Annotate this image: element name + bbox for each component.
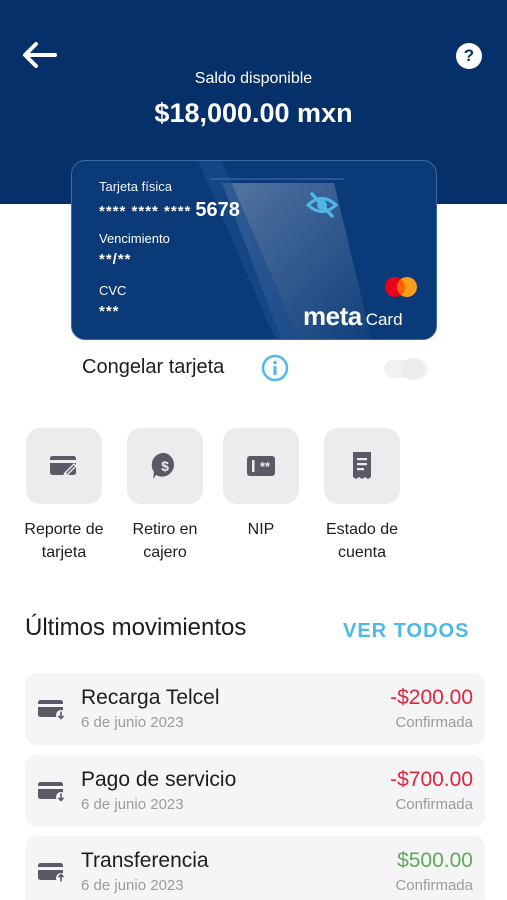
brand-card: Card	[365, 310, 403, 329]
transaction-status: Confirmada	[395, 877, 473, 894]
action-card-report[interactable]: Reporte de tarjeta	[9, 428, 119, 564]
card-debit-icon	[38, 782, 66, 802]
transaction-name: Pago de servicio	[81, 768, 237, 791]
card-number-masked: **** **** ****	[99, 203, 192, 220]
card-number-last4: 5678	[195, 199, 240, 221]
question-icon: ?	[463, 46, 475, 65]
svg-text:**: **	[260, 459, 271, 474]
action-tile: $	[127, 428, 203, 504]
transaction-name: Recarga Telcel	[81, 686, 220, 709]
cvc-value: ***	[99, 303, 120, 320]
mastercard-logo	[385, 277, 417, 297]
transaction-name: Transferencia	[81, 849, 209, 872]
transaction-date: 6 de junio 2023	[81, 714, 184, 731]
transaction-date: 6 de junio 2023	[81, 796, 184, 813]
debit-card: Tarjeta física **** **** **** 5678 Vencim…	[71, 160, 437, 340]
balance-amount: $18,000.00 mxn	[154, 98, 353, 128]
transaction-amount: -$700.00	[390, 768, 473, 791]
receipt-icon	[353, 452, 371, 479]
action-account-statement[interactable]: Estado de cuenta	[307, 428, 417, 564]
eye-off-icon[interactable]	[305, 191, 339, 219]
action-label: NIP	[247, 521, 275, 538]
freeze-card-toggle[interactable]	[378, 358, 428, 380]
transaction-row[interactable]: Pago de servicio 6 de junio 2023 -$700.0…	[25, 755, 485, 827]
expiry-value: **/**	[99, 251, 132, 268]
action-label: Estado de cuenta	[325, 521, 399, 561]
action-atm-withdrawal[interactable]: $ Retiro en cajero	[110, 428, 220, 564]
help-button[interactable]: ?	[456, 43, 482, 69]
movements-title: Últimos movimientos	[25, 614, 247, 641]
action-tile	[324, 428, 400, 504]
card-number: **** **** **** 5678	[99, 199, 240, 222]
action-pin[interactable]: ** NIP	[206, 428, 316, 541]
cash-icon: $	[151, 452, 175, 479]
card-type-label: Tarjeta física	[99, 179, 172, 194]
arrow-left-icon	[23, 42, 57, 68]
expiry-label: Vencimiento	[99, 231, 170, 246]
toggle-knob	[402, 358, 424, 380]
transaction-row[interactable]: Recarga Telcel 6 de junio 2023 -$200.00 …	[25, 673, 485, 745]
freeze-card-label: Congelar tarjeta	[82, 356, 225, 378]
transaction-date: 6 de junio 2023	[81, 877, 184, 894]
action-label: Reporte de tarjeta	[24, 521, 104, 561]
transaction-status: Confirmada	[395, 714, 473, 731]
brand-meta: meta	[303, 301, 362, 331]
transaction-amount: -$200.00	[390, 686, 473, 709]
pin-icon: **	[247, 456, 275, 476]
card-edit-icon	[50, 456, 77, 477]
view-all-link[interactable]: VER TODOS	[343, 620, 469, 643]
transaction-row[interactable]: Transferencia 6 de junio 2023 $500.00 Co…	[25, 836, 485, 900]
transaction-status: Confirmada	[395, 796, 473, 813]
card-brand: meta Card	[303, 301, 403, 332]
action-tile: **	[223, 428, 299, 504]
transaction-amount: $500.00	[397, 849, 473, 872]
info-icon[interactable]	[261, 354, 289, 382]
svg-text:$: $	[161, 458, 169, 474]
card-credit-icon	[38, 863, 66, 883]
card-debit-icon	[38, 700, 66, 720]
action-label: Retiro en cajero	[132, 521, 198, 561]
back-button[interactable]	[18, 38, 60, 72]
action-tile	[26, 428, 102, 504]
cvc-label: CVC	[99, 283, 127, 298]
balance-label: Saldo disponible	[194, 70, 313, 87]
